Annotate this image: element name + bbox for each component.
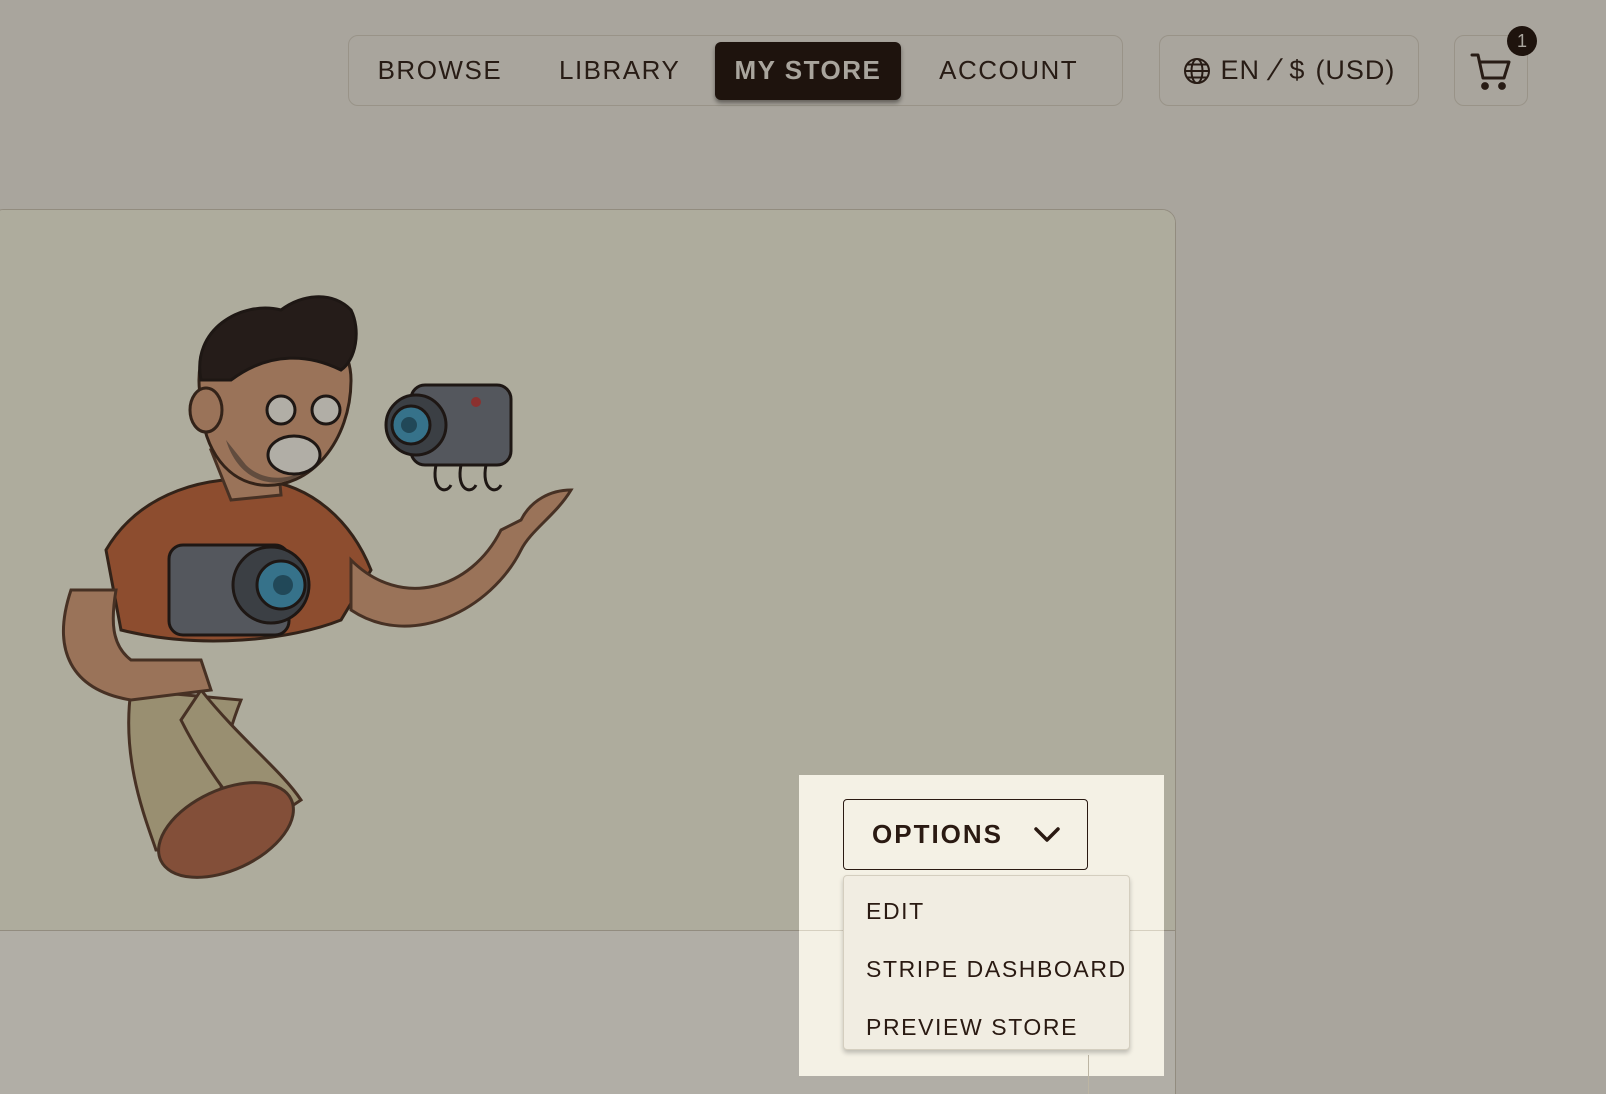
menu-item-edit[interactable]: EDIT <box>844 882 1129 940</box>
chevron-down-icon <box>1033 826 1061 844</box>
menu-item-preview-store[interactable]: PREVIEW STORE <box>844 998 1129 1056</box>
options-button-label: OPTIONS <box>872 819 1004 849</box>
options-highlight-panel: OPTIONS EDIT STRIPE DASHBOARD PREVIEW ST… <box>799 775 1164 1094</box>
options-dropdown-menu: EDIT STRIPE DASHBOARD PREVIEW STORE <box>843 875 1130 1050</box>
menu-item-stripe-dashboard[interactable]: STRIPE DASHBOARD <box>844 940 1129 998</box>
page: BROWSE LIBRARY MY STORE ACCOUNT EN / $ (… <box>0 0 1606 1094</box>
options-button[interactable]: OPTIONS <box>843 799 1088 870</box>
divider <box>1088 1055 1089 1094</box>
